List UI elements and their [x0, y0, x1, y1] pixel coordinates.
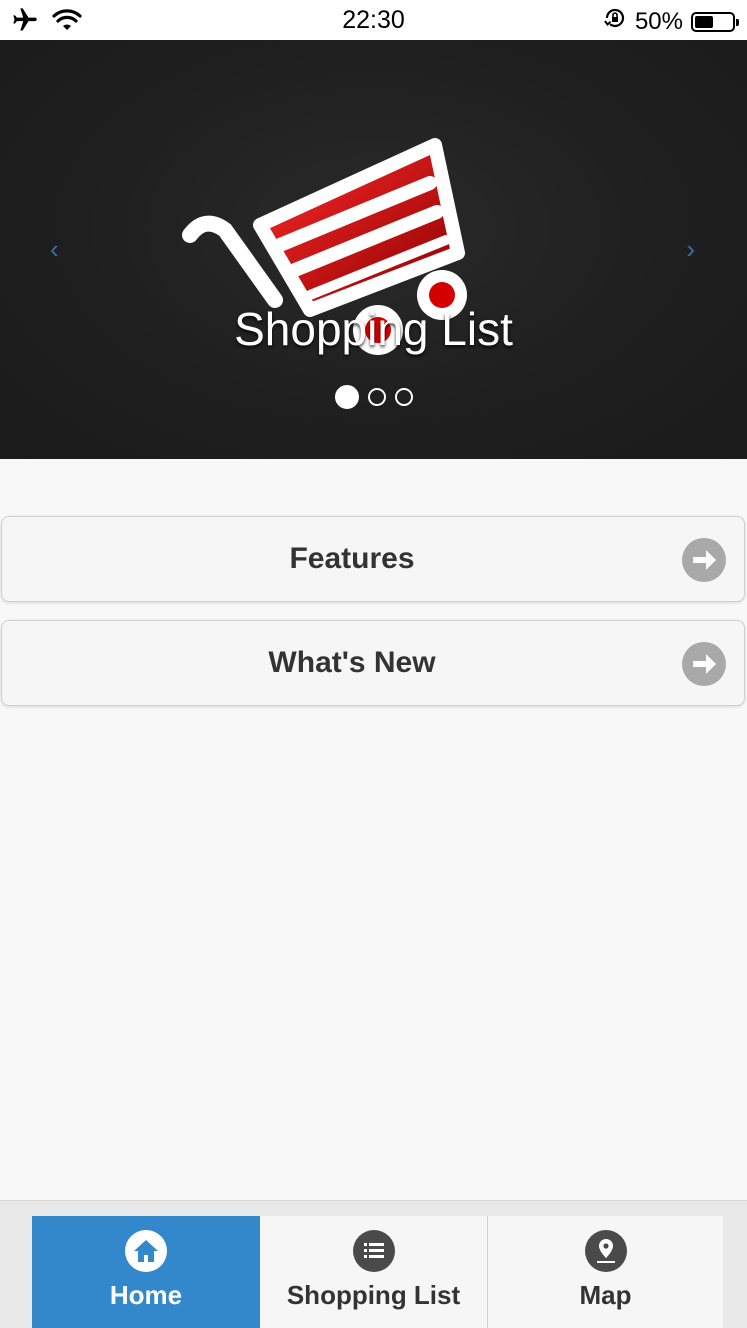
carousel-indicators — [0, 385, 747, 409]
carousel-next-button[interactable]: › — [686, 236, 695, 262]
tab-map-label: Map — [579, 1280, 632, 1310]
tab-home[interactable]: Home — [32, 1216, 260, 1328]
features-button[interactable]: Features — [1, 516, 745, 602]
battery-nub — [736, 18, 739, 26]
tab-map[interactable]: Map — [488, 1216, 723, 1328]
carousel-indicator-dot[interactable] — [367, 388, 386, 406]
arrow-right-icon — [682, 538, 726, 582]
status-right: 50% — [603, 6, 739, 37]
location-pin-icon — [584, 1230, 627, 1272]
whats-new-button[interactable]: What's New — [1, 620, 745, 706]
list-icon — [352, 1230, 395, 1272]
carousel-prev-button[interactable]: ‹ — [50, 236, 59, 262]
tab-shopping-list-label: Shopping List — [286, 1280, 461, 1310]
features-label: Features — [289, 542, 415, 575]
bottom-navbar: Home Shopping List Map — [0, 1200, 747, 1328]
home-icon — [125, 1230, 167, 1272]
battery-percent: 50% — [634, 7, 683, 35]
carousel-indicator-dot[interactable] — [334, 385, 359, 409]
hero-carousel[interactable]: ‹ › Shopping List — [0, 40, 747, 459]
tab-home-label: Home — [109, 1280, 183, 1310]
status-bar: 22:30 50% — [0, 0, 747, 40]
battery-icon — [691, 11, 739, 32]
carousel-caption: Shopping List — [234, 303, 513, 355]
whats-new-label: What's New — [268, 646, 436, 679]
arrow-right-icon — [682, 642, 726, 686]
orientation-lock-icon — [603, 6, 627, 37]
tab-shopping-list[interactable]: Shopping List — [260, 1216, 488, 1328]
battery-fill — [695, 15, 713, 28]
carousel-indicator-dot[interactable] — [394, 388, 413, 406]
